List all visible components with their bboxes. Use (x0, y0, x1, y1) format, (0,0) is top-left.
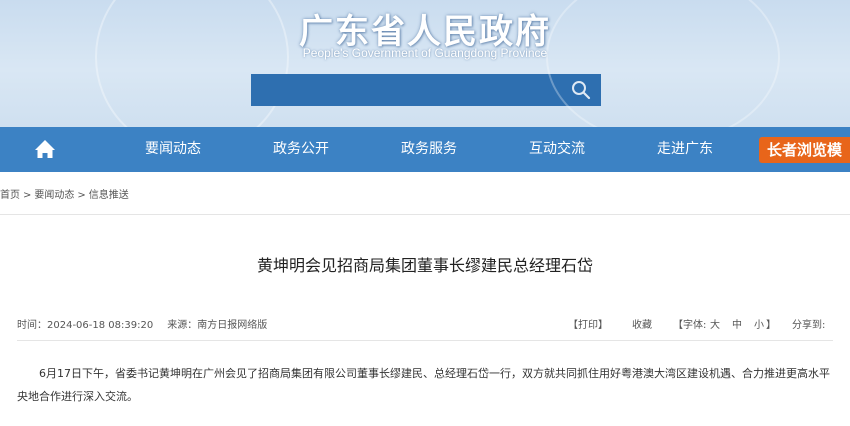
breadcrumb-separator: > (77, 190, 86, 201)
publish-time: 时间：2024-06-18 08:39:20 (17, 320, 154, 331)
breadcrumb-news[interactable]: 要闻动态 (34, 190, 74, 201)
font-large-button[interactable]: 大 (710, 316, 720, 331)
share-label[interactable]: 分享到: (792, 316, 825, 331)
elder-mode-button[interactable]: 长者浏览模 (759, 137, 850, 163)
nav-item-news[interactable]: 要闻动态 (145, 127, 201, 172)
breadcrumb-separator: > (23, 190, 32, 201)
search-box (251, 74, 601, 106)
article-source: 来源：南方日报网络版 (167, 320, 268, 331)
main-nav: 要闻动态 政务公开 政务服务 互动交流 走进广东 (0, 127, 850, 172)
divider (0, 214, 850, 215)
search-icon[interactable] (571, 80, 591, 100)
nav-item-about-guangdong[interactable]: 走进广东 (657, 127, 713, 172)
print-button[interactable]: 【打印】 (568, 316, 608, 331)
breadcrumb: 首页 > 要闻动态 > 信息推送 (0, 186, 129, 201)
nav-item-public-affairs[interactable]: 政务公开 (273, 127, 329, 172)
divider (17, 340, 833, 341)
font-medium-button[interactable]: 中 (732, 316, 742, 331)
font-size-label: 【字体: (673, 320, 707, 331)
site-subtitle: People's Government of Guangdong Provinc… (302, 46, 548, 60)
breadcrumb-info-push[interactable]: 信息推送 (89, 190, 129, 201)
nav-item-interaction[interactable]: 互动交流 (529, 127, 585, 172)
article-body: 6月17日下午，省委书记黄坤明在广州会见了招商局集团有限公司董事长缪建民、总经理… (17, 367, 830, 403)
font-small-button[interactable]: 小 (754, 316, 764, 331)
favorite-button[interactable]: 收藏 (632, 316, 652, 331)
home-icon[interactable] (27, 127, 63, 172)
article-title: 黄坤明会见招商局集团董事长缪建民总经理石岱 (256, 256, 593, 275)
breadcrumb-home[interactable]: 首页 (0, 190, 20, 201)
article-meta: 时间：2024-06-18 08:39:20 来源：南方日报网络版 (17, 316, 267, 331)
search-input[interactable] (251, 74, 551, 106)
nav-item-gov-services[interactable]: 政务服务 (401, 127, 457, 172)
font-size-close: 】 (766, 320, 776, 331)
header-banner: 广东省人民政府 People's Government of Guangdong… (0, 0, 850, 127)
